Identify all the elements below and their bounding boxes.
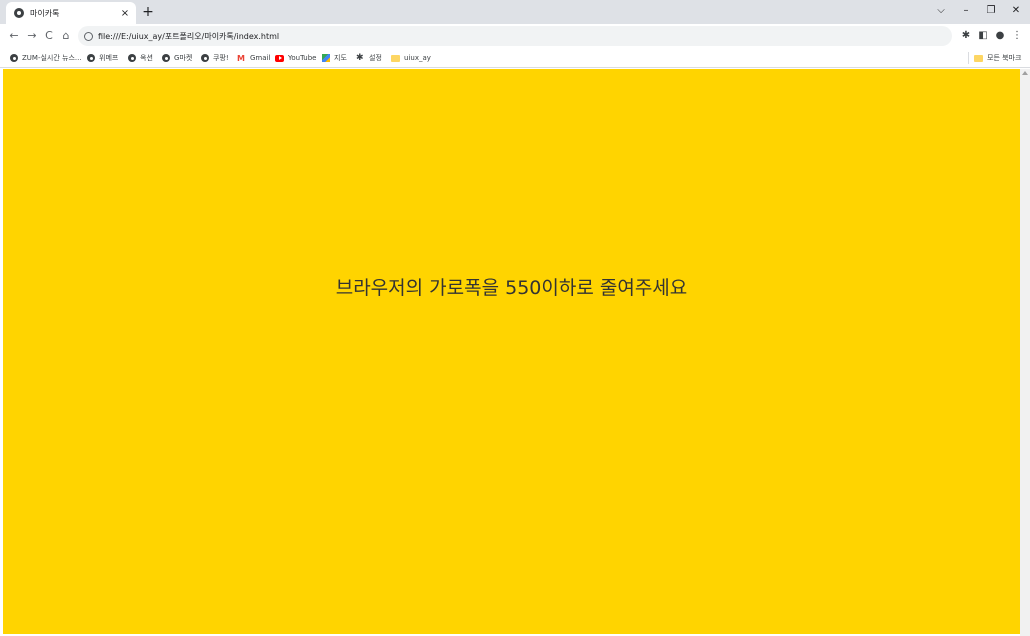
menu-icon[interactable]: ⋮ bbox=[1009, 28, 1025, 44]
globe-icon bbox=[87, 54, 95, 62]
gmail-icon: M bbox=[237, 53, 245, 63]
globe-icon bbox=[10, 54, 18, 62]
page-content: 브라우저의 가로폭을 550이하로 줄여주세요 bbox=[3, 69, 1020, 634]
minimize-button[interactable]: – bbox=[955, 3, 977, 19]
bookmarks-bar: ZUM-실시간 뉴스... 위메프 옥션 G마켓 쿠팡! M Gmail You… bbox=[0, 48, 1030, 68]
bookmark-label: 설정 bbox=[369, 54, 382, 62]
folder-icon bbox=[974, 54, 983, 62]
globe-icon bbox=[14, 8, 24, 18]
bookmark-label: 위메프 bbox=[99, 54, 119, 62]
tab-title: 마이카톡 bbox=[30, 8, 60, 18]
all-bookmarks-label: 모든 북마크 bbox=[987, 54, 1022, 62]
bookmark-label: 지도 bbox=[334, 54, 347, 62]
folder-icon bbox=[391, 54, 400, 62]
profile-icon[interactable]: ● bbox=[992, 28, 1008, 44]
restore-button[interactable]: ❐ bbox=[980, 3, 1002, 19]
url-text: file:///E:/uiux_ay/포트폴리오/마이카톡/index.html bbox=[98, 31, 280, 41]
maps-icon bbox=[322, 54, 330, 62]
bookmark-folder-uiux[interactable]: uiux_ay bbox=[391, 51, 431, 65]
extensions-icon[interactable]: ✱ bbox=[958, 28, 974, 44]
bookmark-wemakeprice[interactable]: 위메프 bbox=[87, 51, 118, 65]
new-tab-button[interactable]: + bbox=[141, 4, 155, 20]
bookmark-label: G마켓 bbox=[174, 54, 193, 62]
globe-icon bbox=[128, 54, 136, 62]
youtube-icon bbox=[275, 54, 284, 62]
bookmark-auction[interactable]: 옥션 bbox=[128, 51, 153, 65]
bookmark-label: ZUM-실시간 뉴스... bbox=[22, 54, 82, 62]
reload-button[interactable]: C bbox=[41, 28, 57, 44]
side-panel-icon[interactable]: ◧ bbox=[975, 28, 991, 44]
bookmark-label: Gmail bbox=[250, 54, 271, 62]
vertical-scrollbar[interactable] bbox=[1020, 69, 1030, 636]
scroll-up-arrow-icon[interactable] bbox=[1022, 71, 1028, 75]
bookmark-youtube[interactable]: YouTube bbox=[275, 51, 316, 65]
back-button[interactable]: ← bbox=[6, 28, 22, 44]
bookmark-label: uiux_ay bbox=[404, 54, 431, 62]
bookmark-label: YouTube bbox=[288, 54, 317, 62]
forward-button[interactable]: → bbox=[24, 28, 40, 44]
browser-toolbar: ← → C ⌂ file:///E:/uiux_ay/포트폴리오/마이카톡/in… bbox=[0, 24, 1030, 48]
browser-tab[interactable]: 마이카톡 × bbox=[6, 2, 136, 24]
resize-instruction-text: 브라우저의 가로폭을 550이하로 줄여주세요 bbox=[335, 277, 688, 299]
bookmark-label: 옥션 bbox=[140, 54, 153, 62]
bookmark-gmarket[interactable]: G마켓 bbox=[162, 51, 192, 65]
bookmark-gmail[interactable]: M Gmail bbox=[237, 51, 270, 65]
bookmark-settings[interactable]: ✱ 설정 bbox=[356, 51, 382, 65]
gear-icon: ✱ bbox=[356, 52, 364, 63]
bookmark-coupang[interactable]: 쿠팡! bbox=[201, 51, 229, 65]
globe-icon bbox=[201, 54, 209, 62]
globe-icon bbox=[162, 54, 170, 62]
bookmark-maps[interactable]: 지도 bbox=[322, 51, 347, 65]
site-info-icon[interactable] bbox=[84, 31, 93, 41]
all-bookmarks-folder[interactable]: 모든 북마크 bbox=[974, 51, 1021, 65]
bookmark-zum[interactable]: ZUM-실시간 뉴스... bbox=[10, 51, 82, 65]
home-button[interactable]: ⌂ bbox=[58, 28, 74, 44]
bookmarks-divider bbox=[968, 52, 969, 64]
bookmark-label: 쿠팡! bbox=[213, 54, 229, 62]
address-bar[interactable]: file:///E:/uiux_ay/포트폴리오/마이카톡/index.html bbox=[78, 26, 952, 46]
tab-close-icon[interactable]: × bbox=[118, 8, 132, 19]
tab-bar: 마이카톡 × + ⌵ – ❐ ✕ bbox=[0, 0, 1030, 24]
close-window-button[interactable]: ✕ bbox=[1005, 3, 1027, 19]
tab-search-icon[interactable]: ⌵ bbox=[930, 3, 952, 19]
